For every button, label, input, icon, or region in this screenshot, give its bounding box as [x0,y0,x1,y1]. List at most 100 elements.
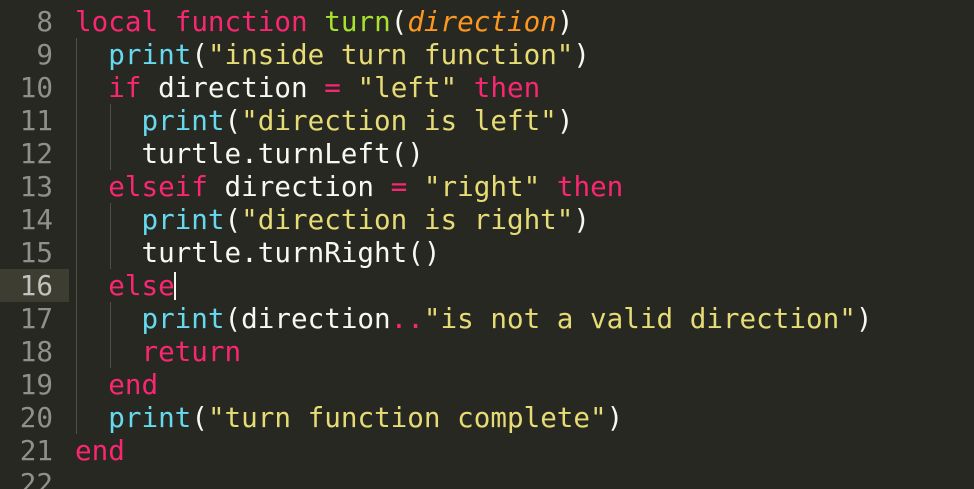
line-number: 22 [19,467,53,489]
code-text[interactable]: end [75,368,158,401]
code-token: direction [141,71,325,104]
code-token: ( [224,203,242,236]
code-token: print [141,104,225,137]
code-line[interactable]: 16 else [0,269,974,302]
code-line[interactable]: 21 end [0,434,974,467]
line-number: 21 [19,434,53,467]
code-line[interactable]: 11 print("direction is left") [0,104,974,137]
line-number: 13 [19,170,53,203]
code-token: "left" [357,71,458,104]
code-line[interactable]: 14 print("direction is right") [0,203,974,236]
code-token: return [141,335,242,368]
code-token: ( [191,38,208,71]
code-token: ) [556,5,574,38]
code-text[interactable]: print("direction is left") [75,104,573,137]
code-token: function [174,5,308,38]
line-number: 17 [19,302,53,335]
code-line[interactable]: 12 turtle.turnLeft() [0,137,974,170]
code-token: end [108,368,159,401]
code-token: "direction is left" [241,104,557,137]
code-token: print [108,38,192,71]
code-token: "inside turn function" [207,38,574,71]
code-line[interactable]: 10 if direction = "left" then [0,71,974,104]
code-token: else [108,269,175,302]
code-line[interactable]: 13 elseif direction = "right" then [0,170,974,203]
code-text[interactable]: if direction = "left" then [75,71,540,104]
code-token: "direction is right" [241,203,574,236]
code-text[interactable]: turtle.turnLeft() [75,137,424,170]
code-token: local [75,5,159,38]
code-text[interactable]: return [75,335,241,368]
code-token: then [556,170,624,203]
code-token: ) [855,302,873,335]
code-text[interactable]: print(direction.."is not a valid directi… [75,302,872,335]
code-token: = [390,170,408,203]
line-number: 16 [0,269,69,302]
code-text[interactable]: end [75,434,125,467]
text-cursor [173,272,176,300]
code-token: (direction [224,302,391,335]
code-token: if [108,71,142,104]
line-number: 10 [19,71,53,104]
code-text[interactable]: else [75,269,176,302]
code-line[interactable]: 18 return [0,335,974,368]
code-line[interactable]: 15 turtle.turnRight() [0,236,974,269]
code-token: turn [324,5,391,38]
code-token: ( [390,5,408,38]
code-token: print [141,203,225,236]
line-number: 14 [19,203,53,236]
code-token: ( [224,104,242,137]
line-number: 11 [19,104,53,137]
code-token: ) [556,104,574,137]
code-token: "right" [423,170,541,203]
code-editor[interactable]: 8 local function turn(direction) 9 print("… [0,0,974,489]
code-token: .. [390,302,424,335]
code-token: turtle.turnRight() [75,236,441,269]
code-token: elseif [108,170,208,203]
code-line[interactable]: 22 [0,467,974,489]
line-number: 15 [19,236,53,269]
code-line[interactable]: 20 print("turn function complete") [0,401,974,434]
code-token: direction [207,170,391,203]
code-line[interactable]: 17 print(direction.."is not a valid dire… [0,302,974,335]
code-line[interactable]: 8 local function turn(direction) [0,5,974,38]
line-number: 18 [19,335,53,368]
code-token: end [75,434,125,467]
code-token: = [324,71,341,104]
code-token: direction [407,5,557,38]
code-token: print [141,302,225,335]
line-number: 9 [36,38,53,71]
code-text[interactable]: elseif direction = "right" then [75,170,623,203]
code-token: print [108,401,192,434]
code-text[interactable]: print("turn function complete") [75,401,623,434]
code-text[interactable]: turtle.turnRight() [75,236,440,269]
code-text[interactable]: print("inside turn function") [75,38,590,71]
line-number: 8 [36,5,53,38]
line-number: 12 [19,137,53,170]
code-line[interactable]: 19 end [0,368,974,401]
code-text[interactable]: print("direction is right") [75,203,590,236]
code-token: ) [573,38,591,71]
line-number: 19 [19,368,53,401]
code-line[interactable]: 9 print("inside turn function") [0,38,974,71]
code-token: turtle.turnLeft() [75,137,424,170]
code-token: ( [191,401,208,434]
code-token: "is not a valid direction" [423,302,856,335]
line-number: 20 [19,401,53,434]
code-text[interactable]: local function turn(direction) [75,5,573,38]
code-token: then [473,71,541,104]
